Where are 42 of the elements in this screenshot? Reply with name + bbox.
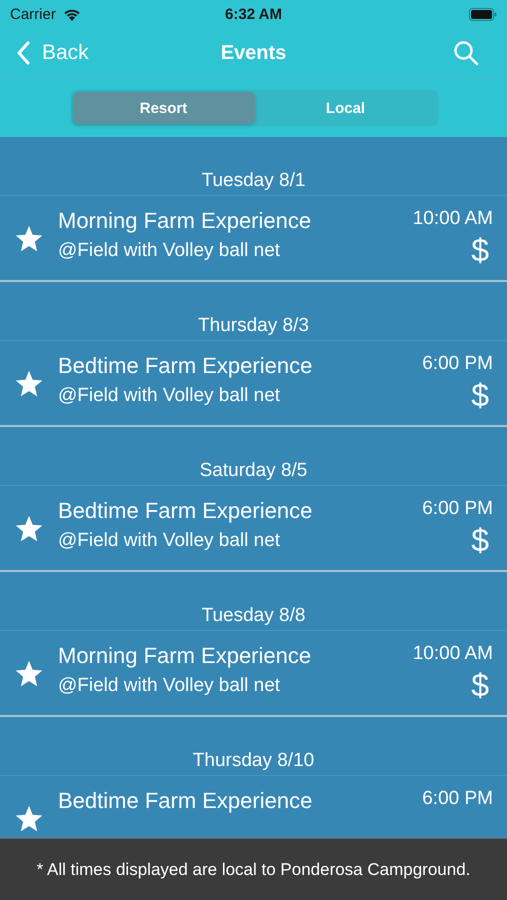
event-location: @Field with Volley ball net (58, 240, 282, 262)
event-time: 6:00 PM (422, 498, 493, 520)
star-icon[interactable] (14, 224, 44, 254)
event-row[interactable]: Morning Farm Experience @Field with Volley ball net 10:00 AM $ (0, 196, 507, 282)
event-time: 6:00 PM (422, 788, 493, 810)
date-header: Tuesday 8/1 (0, 137, 507, 196)
screen-title: Events (220, 42, 286, 64)
carrier-name: Carrier (10, 6, 56, 22)
chevron-left-icon (16, 41, 30, 65)
back-button[interactable]: Back (16, 41, 89, 65)
event-location: @Field with Volley ball net (58, 530, 282, 552)
date-header: Saturday 8/5 (0, 427, 507, 486)
star-icon[interactable] (14, 514, 44, 544)
date-header: Tuesday 8/8 (0, 572, 507, 631)
event-time: 6:00 PM (422, 353, 493, 375)
star-icon[interactable] (14, 659, 44, 689)
event-location: @Field with Volley ball net (58, 385, 282, 407)
date-header: Thursday 8/10 (0, 717, 507, 776)
price-symbol: $ (471, 377, 489, 414)
star-icon[interactable] (14, 369, 44, 399)
event-location: @Field with Volley ball net (58, 675, 282, 697)
event-time: 10:00 AM (412, 643, 493, 665)
event-time: 10:00 AM (412, 208, 493, 230)
event-title: Morning Farm Experience (58, 208, 312, 234)
date-header: Thursday 8/3 (0, 282, 507, 341)
event-title: Bedtime Farm Experience (58, 353, 314, 379)
price-symbol: $ (471, 667, 489, 704)
search-icon[interactable] (453, 40, 479, 66)
event-title: Bedtime Farm Experience (58, 498, 314, 524)
event-title: Bedtime Farm Experience (58, 788, 314, 814)
footer-note: * All times displayed are local to Ponderosa Campground. (0, 838, 507, 900)
price-symbol: $ (471, 522, 489, 559)
segment-tab[interactable]: Resort (72, 92, 254, 124)
status-time: 6:32 AM (225, 6, 282, 22)
event-row[interactable]: Bedtime Farm Experience @Field with Volley ball net 6:00 PM $ (0, 341, 507, 427)
price-symbol: $ (471, 232, 489, 269)
battery-icon (469, 8, 497, 20)
segment-tab[interactable]: Local (254, 92, 436, 124)
event-title: Morning Farm Experience (58, 643, 312, 669)
event-row[interactable]: Morning Farm Experience @Field with Volley ball net 10:00 AM $ (0, 631, 507, 717)
star-icon[interactable] (14, 804, 44, 834)
event-row[interactable]: Bedtime Farm Experience @Field with Volley ball net 6:00 PM $ (0, 486, 507, 572)
